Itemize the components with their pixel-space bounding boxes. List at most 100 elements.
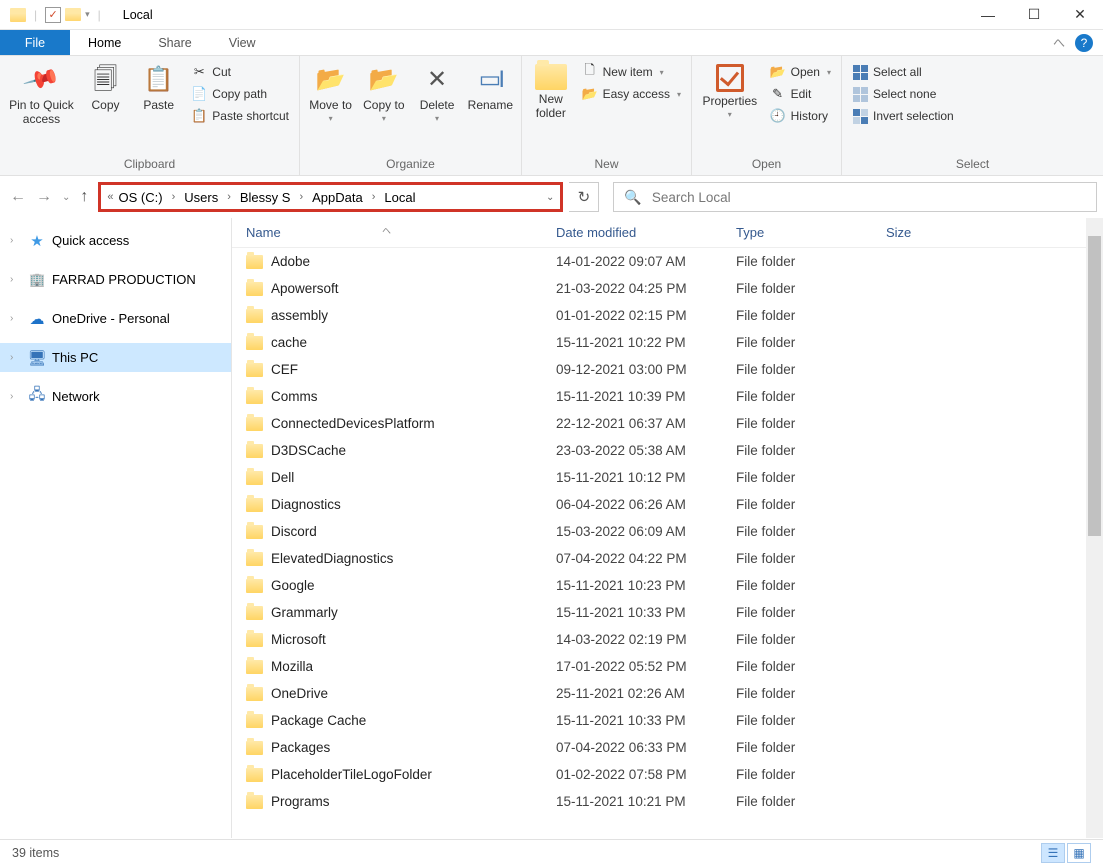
copy-path-button[interactable]: 📄Copy path [187, 84, 293, 104]
breadcrumb-item[interactable]: AppData [309, 190, 366, 205]
expand-icon[interactable]: › [10, 235, 22, 246]
tab-home[interactable]: Home [70, 30, 140, 55]
open-button[interactable]: 📂Open▾ [766, 62, 835, 82]
item-type: File folder [736, 713, 886, 728]
tree-onedrive[interactable]: ›☁OneDrive - Personal [0, 304, 231, 333]
history-button[interactable]: 🕘History [766, 106, 835, 126]
list-item[interactable]: cache15-11-2021 10:22 PMFile folder [232, 329, 1103, 356]
list-item[interactable]: CEF09-12-2021 03:00 PMFile folder [232, 356, 1103, 383]
label: Copy [91, 98, 119, 112]
list-item[interactable]: Google15-11-2021 10:23 PMFile folder [232, 572, 1103, 599]
item-type: File folder [736, 335, 886, 350]
select-none-button[interactable]: Select none [848, 84, 958, 104]
list-item[interactable]: ElevatedDiagnostics07-04-2022 04:22 PMFi… [232, 545, 1103, 572]
nav-history-dropdown[interactable]: ⌄ [62, 192, 70, 203]
list-item[interactable]: ConnectedDevicesPlatform22-12-2021 06:37… [232, 410, 1103, 437]
column-date[interactable]: Date modified [556, 225, 736, 240]
invert-selection-button[interactable]: Invert selection [848, 106, 958, 126]
close-button[interactable]: ✕ [1057, 0, 1103, 30]
help-icon[interactable]: ? [1075, 34, 1093, 52]
chevron-right-icon[interactable]: › [223, 191, 235, 203]
new-folder-button[interactable]: New folder [528, 60, 574, 125]
list-item[interactable]: Programs15-11-2021 10:21 PMFile folder [232, 788, 1103, 815]
tree-farrad[interactable]: ›🏢FARRAD PRODUCTION [0, 265, 231, 294]
easy-access-button[interactable]: 📂Easy access▾ [578, 84, 685, 104]
view-details-button[interactable]: ☰ [1041, 843, 1065, 863]
qat-properties-icon[interactable]: ✓ [45, 7, 61, 23]
item-date: 15-11-2021 10:23 PM [556, 578, 736, 593]
expand-icon[interactable]: › [10, 313, 22, 324]
list-item[interactable]: D3DSCache23-03-2022 05:38 AMFile folder [232, 437, 1103, 464]
navigation-bar: ← → ⌄ ↑ « OS (C:) › Users › Blessy S › A… [0, 176, 1103, 218]
tree-this-pc[interactable]: ›🖥This PC [0, 343, 231, 372]
qat-dropdown-icon[interactable]: ▾ [85, 9, 90, 20]
column-size[interactable]: Size [886, 225, 1006, 240]
address-dropdown-icon[interactable]: ⌄ [546, 192, 554, 203]
chevron-right-icon[interactable]: › [368, 191, 380, 203]
scroll-thumb[interactable] [1088, 236, 1101, 536]
edit-button[interactable]: ✎Edit [766, 84, 835, 104]
breadcrumb-current[interactable]: Local [381, 190, 418, 205]
pin-to-quick-access-button[interactable]: 📌 Pin to Quick access [6, 60, 77, 131]
vertical-scrollbar[interactable] [1086, 218, 1103, 838]
nav-up-button[interactable]: ↑ [80, 188, 88, 206]
breadcrumb-item[interactable]: Users [181, 190, 221, 205]
rename-button[interactable]: ▭IRename [466, 60, 515, 116]
chevron-right-icon[interactable]: › [295, 191, 307, 203]
list-item[interactable]: Dell15-11-2021 10:12 PMFile folder [232, 464, 1103, 491]
item-date: 14-03-2022 02:19 PM [556, 632, 736, 647]
select-all-button[interactable]: Select all [848, 62, 958, 82]
list-item[interactable]: Adobe14-01-2022 09:07 AMFile folder [232, 248, 1103, 275]
breadcrumb-overflow-icon[interactable]: « [107, 191, 113, 203]
nav-forward-button[interactable]: → [36, 188, 52, 206]
qat-folder-icon[interactable] [65, 8, 81, 21]
breadcrumb-drive[interactable]: OS (C:) [116, 190, 166, 205]
list-item[interactable]: Comms15-11-2021 10:39 PMFile folder [232, 383, 1103, 410]
list-item[interactable]: assembly01-01-2022 02:15 PMFile folder [232, 302, 1103, 329]
properties-button[interactable]: Properties▾ [698, 60, 762, 124]
list-item[interactable]: Mozilla17-01-2022 05:52 PMFile folder [232, 653, 1103, 680]
search-input[interactable]: 🔍 Search Local [613, 182, 1097, 212]
expand-icon[interactable]: › [10, 274, 22, 285]
maximize-button[interactable]: ☐ [1011, 0, 1057, 30]
list-item[interactable]: Packages07-04-2022 06:33 PMFile folder [232, 734, 1103, 761]
expand-icon[interactable]: › [10, 352, 22, 363]
navigation-tree[interactable]: ›★Quick access ›🏢FARRAD PRODUCTION ›☁One… [0, 218, 232, 838]
paste-shortcut-button[interactable]: 📋Paste shortcut [187, 106, 293, 126]
list-item[interactable]: Microsoft14-03-2022 02:19 PMFile folder [232, 626, 1103, 653]
tab-view[interactable]: View [211, 30, 275, 55]
copy-to-button[interactable]: 📂Copy to▾ [359, 60, 408, 128]
cut-button[interactable]: ✂Cut [187, 62, 293, 82]
tree-quick-access[interactable]: ›★Quick access [0, 226, 231, 255]
collapse-ribbon-icon[interactable]: へ [1053, 34, 1065, 51]
view-icons-button[interactable]: ▦ [1067, 843, 1091, 863]
list-item[interactable]: OneDrive25-11-2021 02:26 AMFile folder [232, 680, 1103, 707]
new-item-button[interactable]: 🗋New item▾ [578, 62, 685, 82]
list-item[interactable]: Grammarly15-11-2021 10:33 PMFile folder [232, 599, 1103, 626]
address-bar[interactable]: « OS (C:) › Users › Blessy S › AppData ›… [98, 182, 563, 212]
minimize-button[interactable]: ― [965, 0, 1011, 30]
tree-network[interactable]: ›🖧Network [0, 382, 231, 411]
nav-back-button[interactable]: ← [10, 188, 26, 206]
tab-share[interactable]: Share [140, 30, 210, 55]
refresh-button[interactable]: ↻ [569, 182, 599, 212]
folder-icon [246, 363, 263, 377]
list-item[interactable]: Discord15-03-2022 06:09 AMFile folder [232, 518, 1103, 545]
column-name[interactable]: Nameヘ [232, 225, 556, 240]
tab-file[interactable]: File [0, 30, 70, 55]
expand-icon[interactable]: › [10, 391, 22, 402]
item-date: 21-03-2022 04:25 PM [556, 281, 736, 296]
list-item[interactable]: Apowersoft21-03-2022 04:25 PMFile folder [232, 275, 1103, 302]
group-label: New [528, 155, 685, 173]
column-type[interactable]: Type [736, 225, 886, 240]
chevron-right-icon[interactable]: › [168, 191, 180, 203]
list-body[interactable]: Adobe14-01-2022 09:07 AMFile folderApowe… [232, 248, 1103, 838]
list-item[interactable]: Diagnostics06-04-2022 06:26 AMFile folde… [232, 491, 1103, 518]
move-to-button[interactable]: 📂Move to▾ [306, 60, 355, 128]
list-item[interactable]: Package Cache15-11-2021 10:33 PMFile fol… [232, 707, 1103, 734]
list-item[interactable]: PlaceholderTileLogoFolder01-02-2022 07:5… [232, 761, 1103, 788]
copy-button[interactable]: 🗐 Copy [81, 60, 130, 116]
breadcrumb-item[interactable]: Blessy S [237, 190, 294, 205]
paste-button[interactable]: 📋 Paste [134, 60, 183, 116]
delete-button[interactable]: ✕Delete▾ [412, 60, 461, 128]
